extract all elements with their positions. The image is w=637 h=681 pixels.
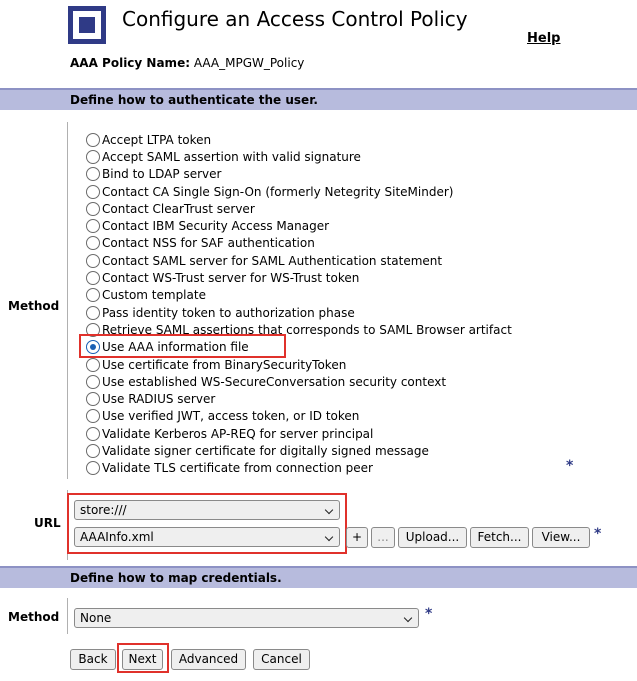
edit-button[interactable]: ... <box>371 527 395 548</box>
auth-method-option[interactable]: Use verified JWT, access token, or ID to… <box>86 408 512 425</box>
chevron-down-icon <box>324 532 334 542</box>
section-authenticate-title: Define how to authenticate the user. <box>70 93 318 107</box>
auth-method-option-label: Use certificate from BinarySecurityToken <box>102 357 347 372</box>
radio-button[interactable] <box>86 426 100 441</box>
auth-method-option-label: Validate TLS certificate from connection… <box>102 461 373 476</box>
auth-method-option[interactable]: Use certificate from BinarySecurityToken <box>86 356 512 373</box>
credentials-method-value: None <box>80 611 112 625</box>
view-button[interactable]: View... <box>532 527 590 548</box>
auth-method-label: Method <box>8 299 60 313</box>
upload-button[interactable]: Upload... <box>398 527 467 548</box>
auth-method-option[interactable]: Validate signer certificate for digitall… <box>86 442 512 459</box>
policy-name: AAA Policy Name: AAA_MPGW_Policy <box>70 55 304 71</box>
radio-button[interactable] <box>86 392 100 407</box>
url-file-value: AAAInfo.xml <box>80 530 154 544</box>
advanced-button[interactable]: Advanced <box>171 649 246 670</box>
required-marker: * <box>425 606 433 622</box>
url-store-value: store:/// <box>80 503 127 517</box>
radio-button[interactable] <box>86 288 100 303</box>
radio-button[interactable] <box>86 357 100 372</box>
auth-method-option-label: Custom template <box>102 288 206 303</box>
section-authenticate-header: Define how to authenticate the user. <box>0 88 637 110</box>
radio-button[interactable] <box>86 271 100 286</box>
page-title: Configure an Access Control Policy <box>122 7 468 31</box>
auth-method-option[interactable]: Contact ClearTrust server <box>86 200 512 217</box>
policy-name-label: AAA Policy Name: <box>70 56 190 70</box>
auth-method-option-label: Bind to LDAP server <box>102 167 222 182</box>
auth-method-option-label: Pass identity token to authorization pha… <box>102 305 355 320</box>
auth-method-option-label: Contact NSS for SAF authentication <box>102 236 315 251</box>
radio-button[interactable] <box>86 236 100 251</box>
auth-method-option-label: Contact IBM Security Access Manager <box>102 219 330 234</box>
auth-method-option[interactable]: Custom template <box>86 287 512 304</box>
auth-method-option-label: Contact SAML server for SAML Authenticat… <box>102 253 443 268</box>
next-button[interactable]: Next <box>122 649 163 670</box>
url-label: URL <box>34 516 61 530</box>
url-store-select[interactable]: store:/// <box>74 500 340 520</box>
credentials-method-select[interactable]: None <box>74 608 419 628</box>
cancel-button[interactable]: Cancel <box>253 649 310 670</box>
policy-icon <box>68 6 106 44</box>
help-link[interactable]: Help <box>527 31 560 46</box>
auth-method-option-label: Use verified JWT, access token, or ID to… <box>102 409 360 424</box>
auth-method-option[interactable]: Contact WS-Trust server for WS-Trust tok… <box>86 269 512 286</box>
auth-method-option[interactable]: Contact CA Single Sign-On (formerly Nete… <box>86 183 512 200</box>
radio-button[interactable] <box>86 201 100 216</box>
radio-button[interactable] <box>86 409 100 424</box>
auth-method-option[interactable]: Accept LTPA token <box>86 131 512 148</box>
auth-method-option[interactable]: Contact IBM Security Access Manager <box>86 217 512 234</box>
chevron-down-icon <box>403 613 413 623</box>
auth-method-option-label: Accept SAML assertion with valid signatu… <box>102 149 361 164</box>
auth-method-option-label: Contact ClearTrust server <box>102 201 255 216</box>
radio-button[interactable] <box>86 132 100 147</box>
auth-method-option[interactable]: Use established WS-SecureConversation se… <box>86 373 512 390</box>
divider <box>67 598 68 634</box>
radio-button[interactable] <box>86 184 100 199</box>
auth-method-option[interactable]: Contact SAML server for SAML Authenticat… <box>86 252 512 269</box>
radio-button[interactable] <box>86 253 100 268</box>
divider <box>67 122 68 479</box>
auth-method-option-label: Validate signer certificate for digitall… <box>102 443 429 458</box>
auth-method-option-label: Contact CA Single Sign-On (formerly Nete… <box>102 184 454 199</box>
radio-button[interactable] <box>86 461 100 476</box>
required-marker: * <box>594 526 602 542</box>
required-marker: * <box>566 458 574 474</box>
url-file-select[interactable]: AAAInfo.xml <box>74 527 340 547</box>
add-button[interactable]: + <box>346 527 368 548</box>
policy-name-value: AAA_MPGW_Policy <box>193 56 305 70</box>
auth-method-option[interactable]: Bind to LDAP server <box>86 166 512 183</box>
radio-button[interactable] <box>86 167 100 182</box>
section-credentials-header: Define how to map credentials. <box>0 566 637 588</box>
auth-method-option-label: Use RADIUS server <box>102 392 216 407</box>
radio-button[interactable] <box>86 443 100 458</box>
highlight-selected-method <box>79 334 286 358</box>
back-button[interactable]: Back <box>70 649 116 670</box>
auth-method-radio-group: Accept LTPA token Accept SAML assertion w… <box>86 131 512 477</box>
auth-method-option-label: Use established WS-SecureConversation se… <box>102 374 447 389</box>
radio-button[interactable] <box>86 374 100 389</box>
auth-method-option[interactable]: Accept SAML assertion with valid signatu… <box>86 148 512 165</box>
section-credentials-title: Define how to map credentials. <box>70 571 282 585</box>
auth-method-option[interactable]: Pass identity token to authorization pha… <box>86 304 512 321</box>
radio-button[interactable] <box>86 219 100 234</box>
fetch-button[interactable]: Fetch... <box>470 527 529 548</box>
auth-method-option[interactable]: Validate TLS certificate from connection… <box>86 460 512 477</box>
auth-method-option-label: Accept LTPA token <box>102 132 212 147</box>
auth-method-option[interactable]: Contact NSS for SAF authentication <box>86 235 512 252</box>
chevron-down-icon <box>324 505 334 515</box>
radio-button[interactable] <box>86 149 100 164</box>
auth-method-option[interactable]: Validate Kerberos AP-REQ for server prin… <box>86 425 512 442</box>
credentials-method-label: Method <box>8 610 60 624</box>
auth-method-option-label: Contact WS-Trust server for WS-Trust tok… <box>102 271 360 286</box>
radio-button[interactable] <box>86 305 100 320</box>
auth-method-option-label: Validate Kerberos AP-REQ for server prin… <box>102 426 374 441</box>
auth-method-option[interactable]: Use RADIUS server <box>86 390 512 407</box>
